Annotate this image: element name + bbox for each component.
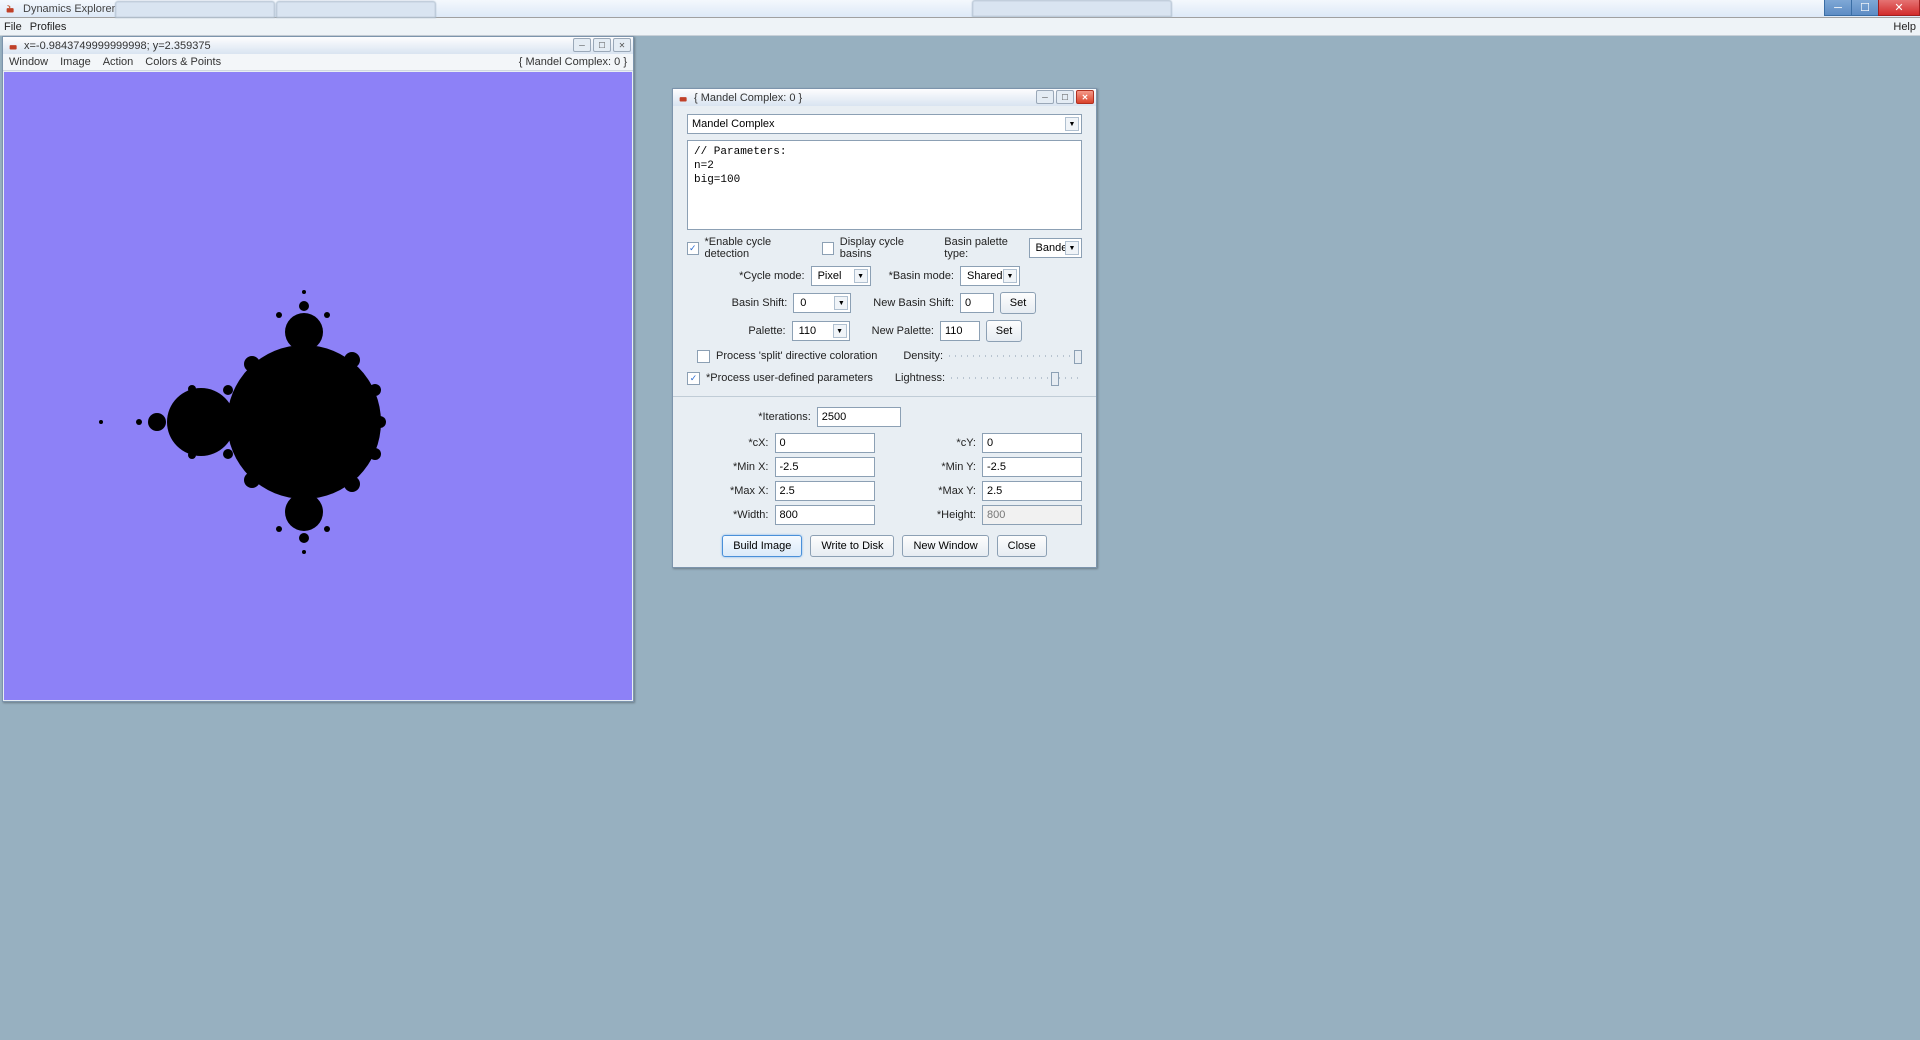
close-config-button[interactable]: Close [997, 535, 1047, 557]
palette-label: Palette: [748, 325, 785, 337]
new-window-button[interactable]: New Window [902, 535, 988, 557]
chevron-down-icon: ▼ [1065, 117, 1079, 131]
enable-cycle-detection-checkbox[interactable]: ✓ [687, 242, 699, 255]
parameters-textarea[interactable]: // Parameters: n=2 big=100 [687, 140, 1082, 230]
main-menubar: File Profiles Help [0, 18, 1920, 36]
process-user-params-checkbox[interactable]: ✓ [687, 372, 700, 385]
density-label: Density: [903, 350, 943, 362]
fractal-menu-window[interactable]: Window [9, 56, 48, 68]
fractal-close-button[interactable]: ✕ [613, 38, 631, 52]
build-image-button[interactable]: Build Image [722, 535, 802, 557]
fractal-menubar: Window Image Action Colors & Points { Ma… [3, 54, 633, 71]
maxy-label: *Max Y: [938, 485, 976, 497]
app-close-button[interactable]: ✕ [1878, 0, 1920, 16]
basin-mode-select[interactable]: Shared▼ [960, 266, 1020, 286]
basin-shift-label: Basin Shift: [732, 297, 788, 309]
java-icon [4, 2, 18, 16]
chevron-down-icon: ▼ [854, 269, 868, 283]
new-basin-shift-input[interactable]: 0 [960, 293, 994, 313]
config-maximize-button[interactable]: ☐ [1056, 90, 1074, 104]
chevron-down-icon: ▼ [1003, 269, 1017, 283]
basin-palette-type-select[interactable]: Banded▼ [1029, 238, 1082, 258]
fractal-type-value: Mandel Complex [692, 118, 775, 130]
chevron-down-icon: ▼ [833, 324, 847, 338]
process-split-checkbox[interactable] [697, 350, 710, 363]
maxx-input[interactable]: 2.5 [775, 481, 875, 501]
density-slider[interactable] [949, 348, 1082, 364]
basin-palette-type-label: Basin palette type: [944, 236, 1022, 260]
fractal-menu-image[interactable]: Image [60, 56, 91, 68]
mdi-area: x=-0.9843749999999998; y=2.359375 ─ ☐ ✕ … [0, 36, 1920, 1040]
titlebar-background-tabs [115, 1, 436, 17]
config-window-titlebar[interactable]: { Mandel Complex: 0 } ─ ☐ ✕ [673, 89, 1096, 106]
new-basin-shift-label: New Basin Shift: [873, 297, 954, 309]
chevron-down-icon: ▼ [834, 296, 848, 310]
basin-shift-select[interactable]: 0▼ [793, 293, 851, 313]
width-input[interactable]: 800 [775, 505, 875, 525]
display-cycle-basins-label: Display cycle basins [840, 236, 926, 260]
set-basin-shift-button[interactable]: Set [1000, 292, 1036, 314]
minx-input[interactable]: -2.5 [775, 457, 875, 477]
minx-label: *Min X: [733, 461, 768, 473]
fractal-window-titlebar[interactable]: x=-0.9843749999999998; y=2.359375 ─ ☐ ✕ [3, 37, 633, 54]
palette-select[interactable]: 110▼ [792, 321, 850, 341]
new-palette-input[interactable]: 110 [940, 321, 980, 341]
height-label: *Height: [937, 509, 976, 521]
chevron-down-icon: ▼ [1065, 241, 1079, 255]
config-window: { Mandel Complex: 0 } ─ ☐ ✕ Mandel Compl… [672, 88, 1097, 568]
fractal-context-label: { Mandel Complex: 0 } [519, 56, 627, 68]
titlebar-background-tab [972, 0, 1172, 17]
java-icon [677, 91, 691, 105]
config-window-title: { Mandel Complex: 0 } [694, 92, 802, 104]
display-cycle-basins-checkbox[interactable] [822, 242, 834, 255]
maxx-label: *Max X: [730, 485, 769, 497]
basin-mode-label: *Basin mode: [889, 270, 954, 282]
miny-input[interactable]: -2.5 [982, 457, 1082, 477]
lightness-slider[interactable] [951, 370, 1082, 386]
divider [673, 396, 1096, 397]
fractal-menu-colors-points[interactable]: Colors & Points [145, 56, 221, 68]
app-titlebar: Dynamics Explorer 1.0 ─ ☐ ✕ [0, 0, 1920, 18]
menu-help[interactable]: Help [1893, 21, 1916, 33]
fractal-maximize-button[interactable]: ☐ [593, 38, 611, 52]
enable-cycle-detection-label: *Enable cycle detection [705, 236, 804, 260]
process-split-label: Process 'split' directive coloration [716, 350, 877, 362]
fractal-canvas[interactable] [4, 72, 632, 700]
fractal-minimize-button[interactable]: ─ [573, 38, 591, 52]
fractal-menu-action[interactable]: Action [103, 56, 134, 68]
set-palette-button[interactable]: Set [986, 320, 1022, 342]
menu-profiles[interactable]: Profiles [30, 21, 67, 33]
fractal-window: x=-0.9843749999999998; y=2.359375 ─ ☐ ✕ … [2, 36, 634, 702]
java-icon [7, 39, 21, 53]
write-to-disk-button[interactable]: Write to Disk [810, 535, 894, 557]
cy-input[interactable]: 0 [982, 433, 1082, 453]
lightness-label: Lightness: [895, 372, 945, 384]
app-maximize-button[interactable]: ☐ [1851, 0, 1879, 16]
app-minimize-button[interactable]: ─ [1824, 0, 1852, 16]
cycle-mode-select[interactable]: Pixel▼ [811, 266, 871, 286]
iterations-input[interactable]: 2500 [817, 407, 901, 427]
fractal-type-combo[interactable]: Mandel Complex ▼ [687, 114, 1082, 134]
cx-input[interactable]: 0 [775, 433, 875, 453]
width-label: *Width: [733, 509, 768, 521]
iterations-label: *Iterations: [758, 411, 811, 423]
cx-label: *cX: [748, 437, 768, 449]
config-minimize-button[interactable]: ─ [1036, 90, 1054, 104]
miny-label: *Min Y: [941, 461, 976, 473]
fractal-window-title: x=-0.9843749999999998; y=2.359375 [24, 40, 211, 52]
height-input[interactable]: 800 [982, 505, 1082, 525]
maxy-input[interactable]: 2.5 [982, 481, 1082, 501]
cycle-mode-label: *Cycle mode: [739, 270, 804, 282]
menu-file[interactable]: File [4, 21, 22, 33]
process-user-params-label: *Process user-defined parameters [706, 372, 873, 384]
cy-label: *cY: [956, 437, 976, 449]
new-palette-label: New Palette: [872, 325, 934, 337]
mandelbrot-render [89, 257, 389, 577]
config-close-button[interactable]: ✕ [1076, 90, 1094, 104]
